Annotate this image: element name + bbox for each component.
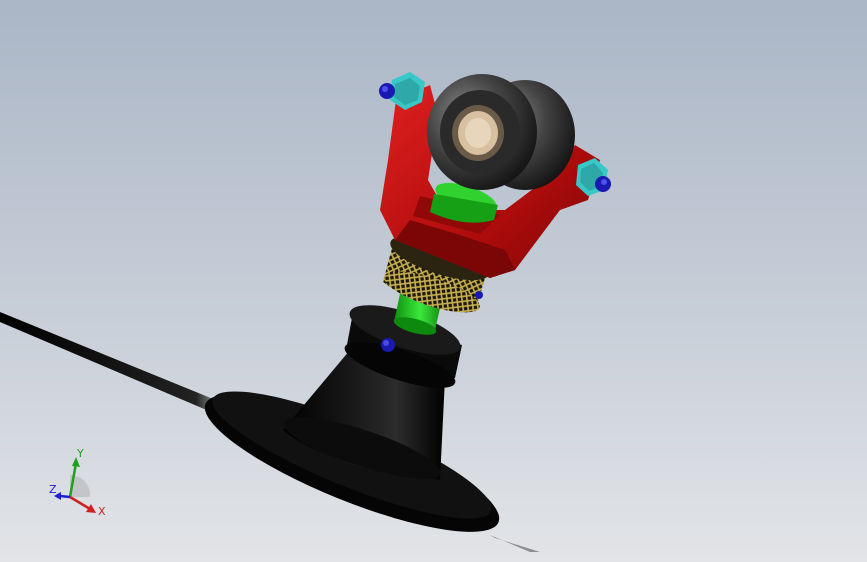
coordinate-triad: Y X Z xyxy=(49,447,106,518)
y-axis-label: Y xyxy=(76,447,84,460)
ball-joint[interactable] xyxy=(427,74,575,190)
3d-model-view[interactable] xyxy=(0,0,867,562)
z-axis-label: Z xyxy=(49,483,57,496)
graphics-viewport[interactable]: Y X Z xyxy=(0,0,867,562)
x-axis-label: X xyxy=(98,505,106,518)
z-axis: Z xyxy=(49,483,71,500)
x-axis: X xyxy=(69,495,106,518)
set-screw[interactable] xyxy=(381,338,395,352)
